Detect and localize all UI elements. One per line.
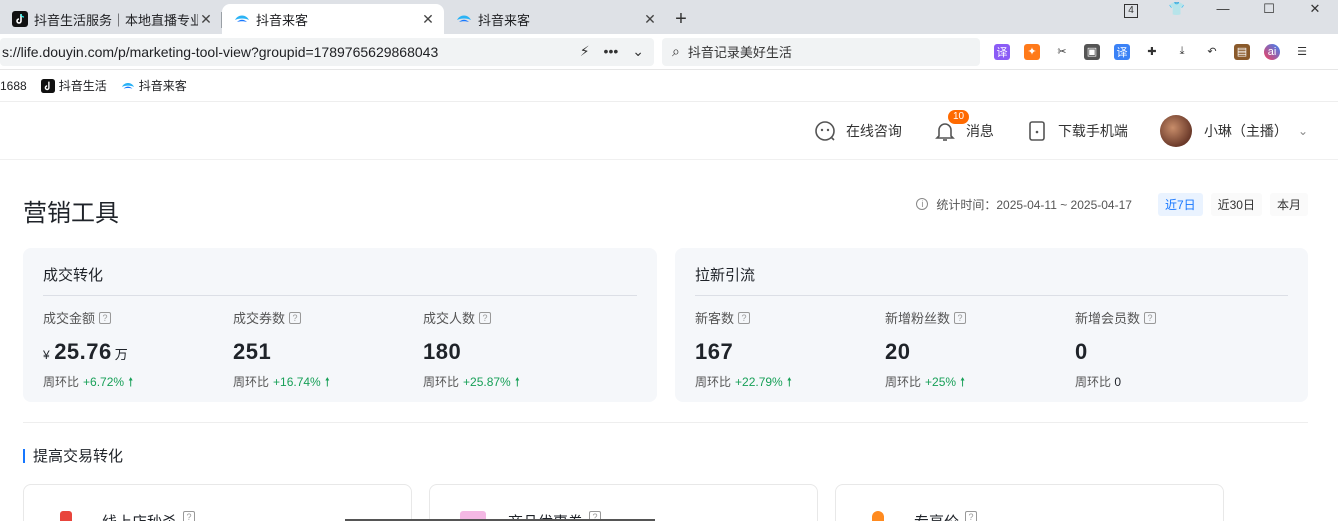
arrow-up-icon: 🠕 [786, 375, 792, 389]
online-consult-button[interactable]: 在线咨询 [814, 120, 902, 142]
search-input[interactable]: ⌕ 抖音记录美好生活 [662, 37, 980, 66]
divider [23, 422, 1308, 423]
puzzle-icon[interactable]: ✚ [1144, 44, 1160, 60]
translate-icon[interactable]: 译 [994, 43, 1010, 60]
menu-icon[interactable]: ☰ [1294, 44, 1310, 60]
range-30d-button[interactable]: 近30日 [1210, 192, 1262, 216]
acquisition-card: 拉新引流 新客数? 167 周环比 +22.79% 🠕 新增粉丝数? 20 周环比 +… [675, 248, 1308, 402]
ai-icon[interactable]: ai [1264, 43, 1280, 60]
tab-title: 抖音来客 [256, 12, 309, 28]
summary-cards: 成交转化 成交金额? ¥25.76 万 周环比 +6.72% 🠕 成交券数? 251 … [23, 248, 1308, 402]
browser-tabbar: 抖音生活服务｜本地直播专业 ✕ 抖音来客 ✕ 抖音来客 ✕ + 4 👕 — ☐ … [0, 0, 1338, 34]
tool-coupon[interactable]: 商品优惠券 ? [429, 484, 818, 521]
exclusive-price-icon [872, 511, 884, 521]
info-icon: i [916, 198, 929, 210]
chat-icon [814, 120, 836, 142]
game-icon[interactable]: ✦ [1024, 43, 1040, 60]
metric-new-customers: 新客数? 167 周环比 +22.79% 🠕 [695, 311, 792, 389]
user-menu[interactable]: 小琳（主播） ⌄ [1159, 114, 1308, 147]
browser-tab-2[interactable]: 抖音来客 ✕ [222, 4, 444, 34]
conversion-card: 成交转化 成交金额? ¥25.76 万 周环比 +6.72% 🠕 成交券数? 251 … [23, 248, 657, 402]
briefcase-icon[interactable]: ▤ [1234, 43, 1250, 60]
chevron-down-icon[interactable]: ⌄ [632, 43, 644, 60]
help-icon[interactable]: ? [99, 311, 112, 324]
help-icon[interactable]: ? [479, 311, 492, 324]
range-7d-button[interactable]: 近7日 [1157, 192, 1203, 216]
new-tab-button[interactable]: + [666, 4, 696, 34]
reader-icon[interactable]: ▣ [1084, 43, 1100, 60]
card-title: 拉新引流 [695, 264, 1288, 296]
download-app-button[interactable]: 下载手机端 [1026, 120, 1128, 142]
browser-tab-1[interactable]: 抖音生活服务｜本地直播专业 ✕ [0, 4, 222, 34]
tool-flash-sale[interactable]: 线上店秒杀 ? [23, 484, 412, 521]
undo-icon[interactable]: ↶ [1204, 44, 1220, 60]
tab-title: 抖音生活服务｜本地直播专业 [34, 12, 198, 28]
tab-count-icon[interactable]: 4 [1108, 0, 1154, 20]
metric-new-fans: 新增粉丝数? 20 周环比 +25% 🠕 [885, 311, 967, 389]
app-header: 在线咨询 10 消息 下载手机端 小琳（主播） ⌄ [0, 102, 1338, 160]
url-text: s://life.douyin.com/p/marketing-tool-vie… [2, 43, 439, 60]
page-title: 营销工具 [23, 199, 119, 227]
arrow-up-icon: 🠕 [514, 375, 520, 389]
maximize-icon[interactable]: ☐ [1246, 0, 1292, 20]
close-icon[interactable]: ✕ [642, 11, 658, 28]
laike-icon [121, 82, 134, 89]
more-icon[interactable]: ••• [604, 43, 619, 60]
metric-gmv: 成交金额? ¥25.76 万 周环比 +6.72% 🠕 [43, 311, 134, 389]
search-icon: ⌕ [672, 43, 680, 59]
scissors-icon[interactable]: ✂ [1054, 44, 1070, 60]
help-icon[interactable]: ? [1144, 311, 1157, 324]
range-label: 统计时间：2025-04-11 ~ 2025-04-17 [936, 197, 1132, 212]
extensions: 译 ✦ ✂ ▣ 译 ✚ ⤓ ↶ ▤ ai ☰ [994, 43, 1310, 60]
browser-tab-3[interactable]: 抖音来客 ✕ [444, 4, 666, 34]
arrow-up-icon: 🠕 [324, 375, 330, 389]
main-content: 营销工具 i 统计时间：2025-04-11 ~ 2025-04-17 近7日 … [0, 160, 1338, 521]
help-icon[interactable]: ? [954, 311, 967, 324]
laike-icon [234, 11, 250, 27]
metric-coupons: 成交券数? 251 周环比 +16.74% 🠕 [233, 311, 330, 389]
arrow-up-icon: 🠕 [128, 375, 134, 389]
lightning-icon[interactable]: ⚡ [580, 43, 590, 60]
bookmarks-bar: 1688 抖音生活 抖音来客 [0, 70, 1338, 102]
bookmark-laike[interactable]: 抖音来客 [121, 77, 187, 94]
douyin-icon [12, 11, 28, 27]
bookmark-douyin[interactable]: 抖音生活 [40, 77, 107, 94]
close-icon[interactable]: ✕ [420, 11, 436, 28]
window-controls: 4 👕 — ☐ ✕ [1108, 0, 1338, 20]
url-field[interactable]: s://life.douyin.com/p/marketing-tool-vie… [0, 37, 654, 66]
translate2-icon[interactable]: 译 [1114, 43, 1130, 60]
help-icon[interactable]: ? [965, 511, 978, 521]
minimize-icon[interactable]: — [1200, 0, 1246, 20]
message-count-badge: 10 [947, 109, 970, 124]
tool-exclusive-price[interactable]: 专享价 ? [835, 484, 1224, 521]
laike-icon [456, 11, 472, 27]
flash-sale-icon [60, 511, 72, 521]
section-title: 提高交易转化 [23, 445, 1308, 466]
message-button[interactable]: 10 消息 [934, 109, 994, 142]
help-icon[interactable]: ? [183, 511, 196, 521]
phone-icon [1026, 120, 1048, 142]
tool-list: 线上店秒杀 ? 商品优惠券 ? 专享价 ? [23, 484, 1308, 521]
chevron-down-icon: ⌄ [1297, 123, 1308, 138]
search-placeholder: 抖音记录美好生活 [687, 45, 792, 60]
arrow-up-icon: 🠕 [960, 375, 966, 389]
download-icon[interactable]: ⤓ [1174, 44, 1190, 60]
help-icon[interactable]: ? [289, 311, 302, 324]
shirt-icon[interactable]: 👕 [1154, 0, 1200, 20]
close-window-icon[interactable]: ✕ [1292, 0, 1338, 20]
close-icon[interactable]: ✕ [198, 11, 214, 28]
avatar [1159, 114, 1192, 147]
metric-new-members: 新增会员数? 0 周环比 0 [1075, 308, 1265, 394]
range-month-button[interactable]: 本月 [1269, 192, 1308, 216]
metric-buyers: 成交人数? 180 周环比 +25.87% 🠕 [423, 311, 520, 389]
tab-title: 抖音来客 [478, 12, 531, 28]
card-title: 成交转化 [43, 264, 637, 296]
douyin-icon [40, 78, 55, 93]
address-bar: s://life.douyin.com/p/marketing-tool-vie… [0, 34, 1338, 70]
date-range: i 统计时间：2025-04-11 ~ 2025-04-17 近7日 近30日 … [916, 192, 1308, 216]
help-icon[interactable]: ? [738, 311, 751, 324]
bookmark-1688[interactable]: 1688 [0, 79, 27, 93]
